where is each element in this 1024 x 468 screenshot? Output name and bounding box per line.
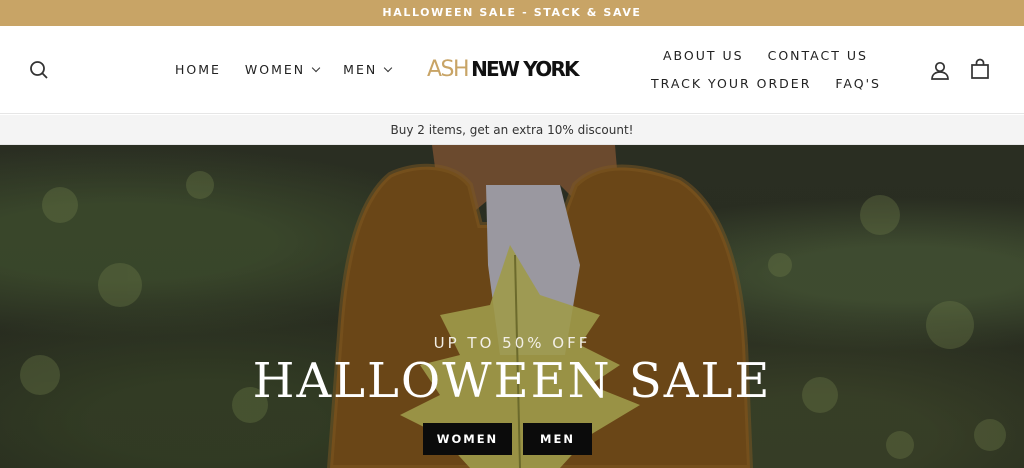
logo-new-york: NEW YORK <box>471 57 579 81</box>
shop-women-button[interactable]: WOMEN <box>423 423 512 455</box>
hero-kicker: UP TO 50% OFF <box>433 334 591 352</box>
secondary-nav-bottom: TRACK YOUR ORDER FAQ'S <box>651 76 905 91</box>
nav-about-us[interactable]: ABOUT US <box>663 48 744 63</box>
hero-image <box>20 145 1006 468</box>
search-icon[interactable] <box>27 58 51 82</box>
announcement-text: HALLOWEEN SALE - STACK & SAVE <box>382 6 642 19</box>
shop-men-button[interactable]: MEN <box>523 423 592 455</box>
cart-icon[interactable] <box>968 57 992 81</box>
announcement-bar: HALLOWEEN SALE - STACK & SAVE <box>0 0 1024 26</box>
chevron-down-icon <box>383 63 393 73</box>
nav-home-label: HOME <box>175 62 221 77</box>
nav-home[interactable]: HOME <box>175 62 221 77</box>
nav-track-order[interactable]: TRACK YOUR ORDER <box>651 76 811 91</box>
hero-banner: UP TO 50% OFF HALLOWEEN SALE WOMEN MEN <box>0 145 1024 468</box>
account-icon[interactable] <box>928 58 952 82</box>
primary-nav: HOME WOMEN MEN <box>175 62 415 77</box>
secondary-nav-top: ABOUT US CONTACT US <box>663 48 892 63</box>
site-header: HOME WOMEN MEN ASH NEW YORK ABOUT US CONT… <box>0 26 1024 114</box>
nav-contact-us[interactable]: CONTACT US <box>768 48 868 63</box>
nav-women[interactable]: WOMEN <box>244 62 321 77</box>
site-logo[interactable]: ASH NEW YORK <box>427 57 580 83</box>
promo-text: Buy 2 items, get an extra 10% discount! <box>390 123 634 137</box>
logo-ash: ASH <box>427 57 470 82</box>
hero-title: HALLOWEEN SALE <box>252 353 772 409</box>
promo-bar: Buy 2 items, get an extra 10% discount! <box>0 115 1024 145</box>
nav-men-label: MEN <box>343 62 378 77</box>
nav-men[interactable]: MEN <box>343 62 393 77</box>
nav-women-label: WOMEN <box>244 62 306 77</box>
chevron-down-icon <box>311 63 321 73</box>
nav-faqs[interactable]: FAQ'S <box>835 76 881 91</box>
